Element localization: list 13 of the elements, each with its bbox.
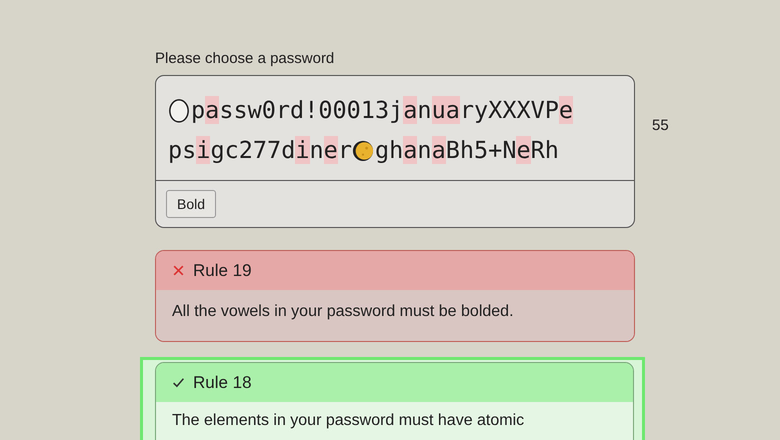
field-label: Please choose a password xyxy=(155,50,336,67)
password-text-line: passw0rd!00013j anua ryXXXVPe xyxy=(168,90,624,130)
check-icon xyxy=(172,376,185,389)
rule-title: Rule 19 xyxy=(193,260,252,280)
egg-icon xyxy=(168,96,190,124)
password-field[interactable]: passw0rd!00013j anua ryXXXVPe psigc277dine r ghanaBh5+NeRh Bold xyxy=(155,75,635,228)
character-count: 55 xyxy=(652,117,669,134)
password-text-line: psigc277dine r ghanaBh5+NeRh xyxy=(168,135,560,166)
rule-text: The elements in your password must have atomic xyxy=(172,412,524,429)
rule-text: All the vowels in your password must be bolded. xyxy=(172,303,514,320)
rule-title: Rule 18 xyxy=(193,372,252,392)
cross-icon xyxy=(172,264,185,277)
bold-button[interactable]: Bold xyxy=(166,190,216,218)
